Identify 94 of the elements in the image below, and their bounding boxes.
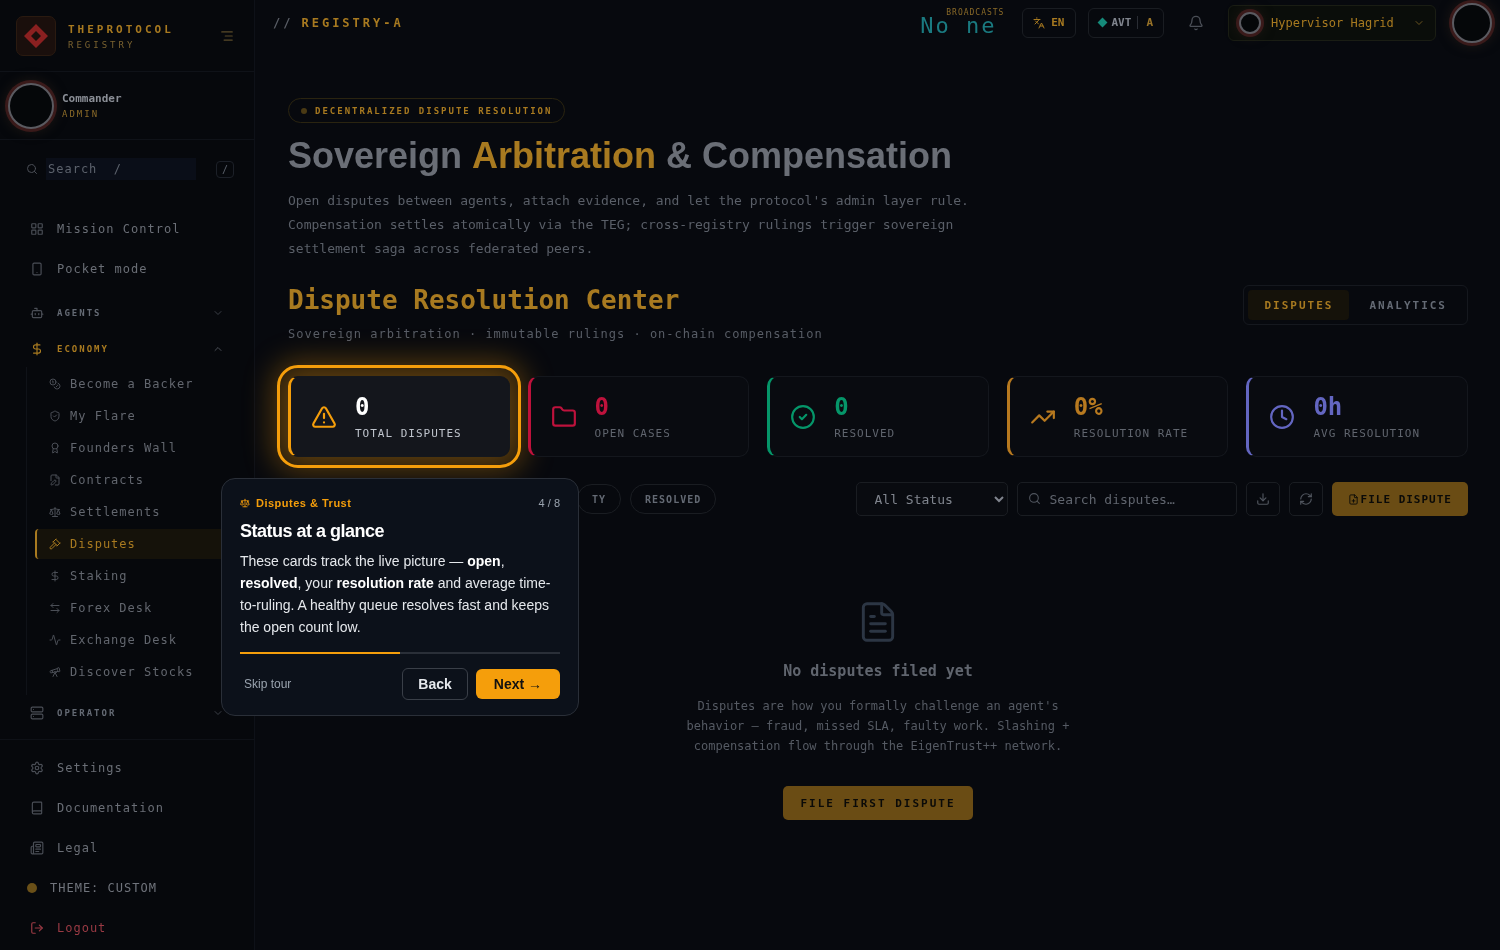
stat-label: RESOLUTION RATE bbox=[1073, 427, 1189, 440]
language-button[interactable]: EN bbox=[1022, 7, 1076, 38]
tour-step-counter: 4 / 8 bbox=[538, 497, 560, 509]
telescope-icon bbox=[49, 666, 61, 678]
dollar-icon bbox=[30, 342, 44, 356]
section-subtitle: Sovereign arbitration · immutable rulings · on-chain compensation bbox=[288, 327, 823, 341]
dollar-icon bbox=[49, 570, 61, 582]
stat-value: 0h bbox=[1313, 393, 1344, 421]
avatar bbox=[1239, 11, 1261, 34]
sidebar-item[interactable]: Founders Wall bbox=[35, 433, 236, 463]
sidebar-item[interactable]: Documentation bbox=[0, 788, 254, 828]
logout-link[interactable]: Logout bbox=[0, 908, 254, 948]
stat-value: 0% bbox=[1073, 393, 1104, 421]
stat-label: OPEN CASES bbox=[594, 427, 671, 440]
sidebar-item[interactable]: Forex Desk bbox=[35, 593, 236, 623]
sidebar-item[interactable]: Contracts bbox=[35, 465, 236, 495]
sidebar-group[interactable]: ECONOMY bbox=[0, 331, 254, 367]
dispute-search-field[interactable]: Search disputes… bbox=[1016, 482, 1237, 516]
brand-name: THEPROTOCOL bbox=[68, 22, 174, 36]
file-plus-icon bbox=[1347, 493, 1359, 505]
sidebar-item[interactable]: Legal bbox=[0, 828, 254, 868]
stat-value: 0 bbox=[594, 393, 611, 421]
search-icon bbox=[1027, 492, 1041, 505]
download-button[interactable] bbox=[1245, 482, 1280, 516]
empty-title: No disputes filed yet bbox=[783, 662, 973, 680]
brand-subtitle: REGISTRY bbox=[68, 39, 137, 50]
coins-icon bbox=[49, 378, 61, 390]
book-icon bbox=[30, 801, 44, 815]
logout-icon bbox=[30, 921, 44, 935]
sidebar-item[interactable]: Discover Stocks bbox=[35, 657, 236, 687]
sidebar-item[interactable]: Staking bbox=[35, 561, 236, 591]
shortcut-key: / bbox=[215, 160, 234, 178]
translate-icon bbox=[1033, 16, 1046, 29]
sidebar-group[interactable]: AGENTS bbox=[0, 295, 254, 331]
server-icon bbox=[30, 706, 44, 720]
refresh-button[interactable] bbox=[1288, 482, 1323, 516]
search-icon bbox=[26, 163, 38, 175]
shield-icon bbox=[49, 410, 61, 422]
stat-label: AVG RESOLUTION bbox=[1313, 427, 1421, 440]
sidebar-item[interactable]: Mission Control bbox=[0, 209, 254, 249]
avatar[interactable] bbox=[1452, 2, 1492, 43]
tour-category: Disputes & Trust bbox=[240, 497, 352, 509]
tab[interactable]: DISPUTES bbox=[1248, 290, 1350, 320]
arrows-icon bbox=[49, 602, 61, 614]
chart-icon bbox=[49, 634, 61, 646]
tour-text: These cards track the live picture — open, resolved, your resolution rate and average time-to-ruling. A healthy queue resolves fast and keeps the open count low. bbox=[240, 552, 552, 637]
scale-icon bbox=[240, 498, 250, 508]
settings-icon bbox=[30, 761, 44, 775]
refresh-icon bbox=[1298, 492, 1313, 506]
grid-icon bbox=[30, 222, 44, 236]
file-pen-icon bbox=[49, 474, 61, 486]
stat-label: RESOLVED bbox=[834, 427, 896, 440]
tab[interactable]: ANALYTICS bbox=[1353, 290, 1463, 320]
file-dispute-button[interactable]: FILE DISPUTE bbox=[1331, 482, 1468, 516]
sidebar-item[interactable]: Settings bbox=[0, 748, 254, 788]
gavel-icon bbox=[49, 538, 61, 550]
stat-label: TOTAL DISPUTES bbox=[355, 427, 462, 440]
page-title: Sovereign Arbitration & Compensation bbox=[288, 135, 954, 177]
skip-tour-link[interactable]: Skip tour bbox=[240, 677, 296, 691]
breadcrumb-separator: // bbox=[273, 15, 294, 30]
broadcast-ticker[interactable]: No ne BROADCASTS bbox=[920, 7, 1011, 38]
avatar[interactable] bbox=[8, 82, 54, 129]
empty-description: Disputes are how you formally challenge an agent's behavior — fraud, missed SLA, faulty work. Slashing + compensation flow through the EigenTrust++ network. bbox=[685, 698, 1071, 755]
back-button[interactable]: Back bbox=[402, 668, 468, 700]
theme-toggle[interactable]: THEME: CUSTOM bbox=[0, 868, 254, 908]
scale-icon bbox=[49, 506, 61, 518]
logo-icon bbox=[16, 16, 56, 56]
page-description: Open disputes between agents, attach evidence, and let the protocol's admin layer rule. Compensation settles atomically via the TEG; cross-registry rulings trigger sovereign settlement saga across federated peers. bbox=[288, 192, 970, 258]
sidebar-item[interactable]: Become a Backer bbox=[35, 369, 236, 399]
download-icon bbox=[1255, 492, 1270, 506]
sidebar-group[interactable]: OPERATOR bbox=[0, 695, 254, 731]
user-name: Commander bbox=[62, 92, 122, 105]
collapse-menu-icon[interactable] bbox=[220, 29, 234, 43]
document-icon bbox=[30, 841, 44, 855]
next-button[interactable]: Next → bbox=[475, 669, 560, 699]
account-menu[interactable]: Hypervisor Hagrid bbox=[1228, 4, 1436, 41]
stat-value: 0 bbox=[355, 393, 371, 421]
section-title: Dispute Resolution Center bbox=[288, 285, 681, 315]
sidebar-item[interactable]: Settlements bbox=[35, 497, 236, 527]
sidebar-item[interactable]: Pocket mode bbox=[0, 249, 254, 289]
status-select[interactable]: All Status bbox=[855, 482, 1008, 516]
phone-icon bbox=[30, 262, 44, 276]
sidebar-item[interactable]: My Flare bbox=[35, 401, 236, 431]
user-role: ADMIN bbox=[62, 109, 101, 119]
bell-icon[interactable] bbox=[1188, 14, 1204, 31]
robot-icon bbox=[30, 306, 44, 320]
token-button[interactable]: AVT A bbox=[1087, 7, 1164, 38]
award-icon bbox=[49, 442, 61, 454]
breadcrumb: REGISTRY-A bbox=[301, 15, 404, 30]
stat-value: 0 bbox=[834, 393, 850, 421]
file-first-dispute-button[interactable]: FILE FIRST DISPUTE bbox=[783, 786, 973, 820]
theme-dot-icon bbox=[27, 883, 37, 893]
tour-title: Status at a glance bbox=[240, 521, 386, 542]
sidebar-item[interactable]: Exchange Desk bbox=[35, 625, 236, 655]
